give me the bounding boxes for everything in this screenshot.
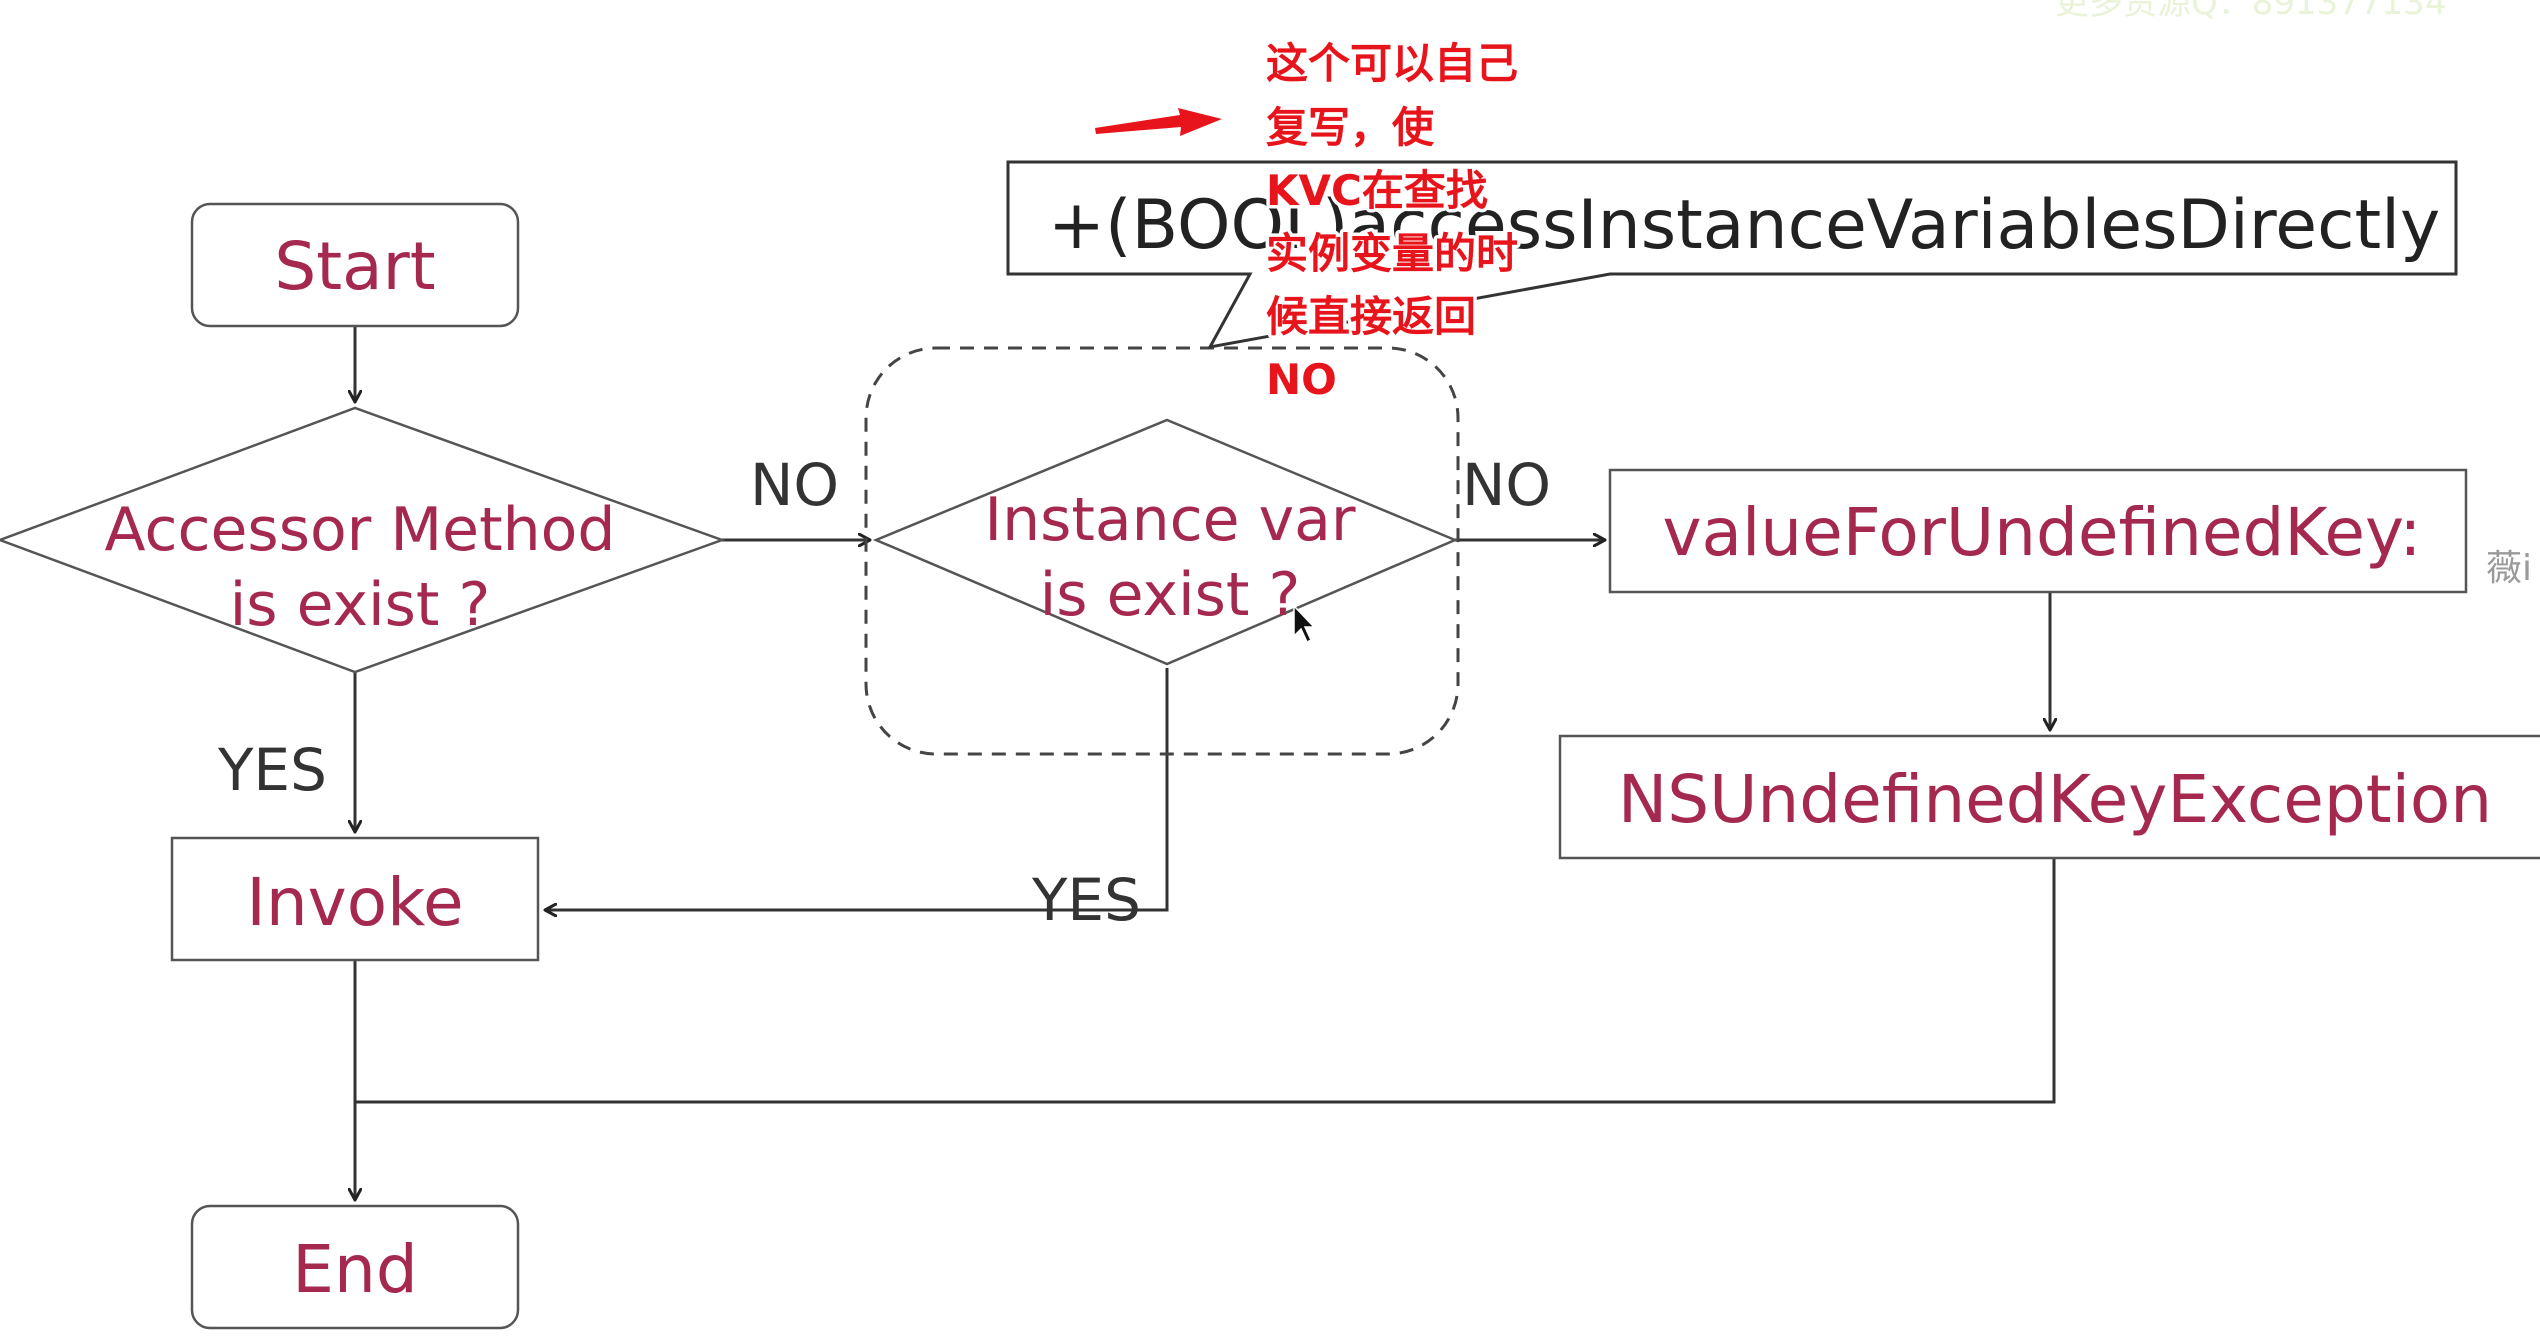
- node-invoke: Invoke: [170, 836, 540, 962]
- svg-text:is exist ?: is exist ?: [230, 570, 491, 640]
- svg-text:复写，使: 复写，使: [1266, 103, 1435, 152]
- svg-text:Invoke: Invoke: [246, 864, 463, 941]
- svg-text:候直接返回: 候直接返回: [1266, 292, 1476, 341]
- side-fragment: 薇i: [2486, 548, 2532, 589]
- callout-text: +(BOOL)accessInstanceVariablesDirectly: [1048, 186, 2440, 265]
- svg-text:is exist ?: is exist ?: [1040, 560, 1301, 630]
- svg-text:Start: Start: [274, 228, 435, 305]
- callout: +(BOOL)accessInstanceVariablesDirectly: [1006, 160, 2458, 350]
- node-instance-var: Instance var is exist ?: [872, 418, 1459, 666]
- svg-text:这个可以自己: 这个可以自己: [1266, 39, 1518, 88]
- edge-exception-to-end: [355, 858, 2056, 1104]
- svg-text:KVC在查找: KVC在查找: [1266, 166, 1488, 215]
- node-value-for-undefined-key: valueForUndefinedKey:: [1608, 468, 2468, 594]
- edge-label-no-2: NO: [1462, 451, 1551, 519]
- svg-text:Accessor Method: Accessor Method: [105, 495, 616, 565]
- svg-text:实例变量的时: 实例变量的时: [1266, 229, 1518, 278]
- edge-label-yes-2: YES: [1031, 866, 1141, 934]
- node-start: Start: [190, 202, 520, 328]
- edge-label-yes-1: YES: [217, 736, 327, 804]
- cursor-icon: [1293, 604, 1316, 644]
- watermark: 更多资源Q：891377134: [2055, 0, 2446, 23]
- flowchart-canvas: 更多资源Q：891377134 Start Accessor Method is…: [0, 0, 2540, 1330]
- svg-text:valueForUndefinedKey:: valueForUndefinedKey:: [1662, 494, 2421, 571]
- node-end: End: [190, 1204, 520, 1330]
- svg-text:NSUndefinedKeyException: NSUndefinedKeyException: [1618, 761, 2492, 838]
- svg-text:NO: NO: [1266, 355, 1337, 404]
- edge-label-no-1: NO: [750, 451, 839, 519]
- svg-text:Instance var: Instance var: [984, 485, 1356, 555]
- svg-text:End: End: [292, 1231, 417, 1308]
- red-arrow-icon: [1095, 108, 1222, 136]
- node-undefined-key-exception: NSUndefinedKeyException: [1558, 734, 2540, 860]
- node-accessor-method: Accessor Method is exist ?: [0, 406, 726, 674]
